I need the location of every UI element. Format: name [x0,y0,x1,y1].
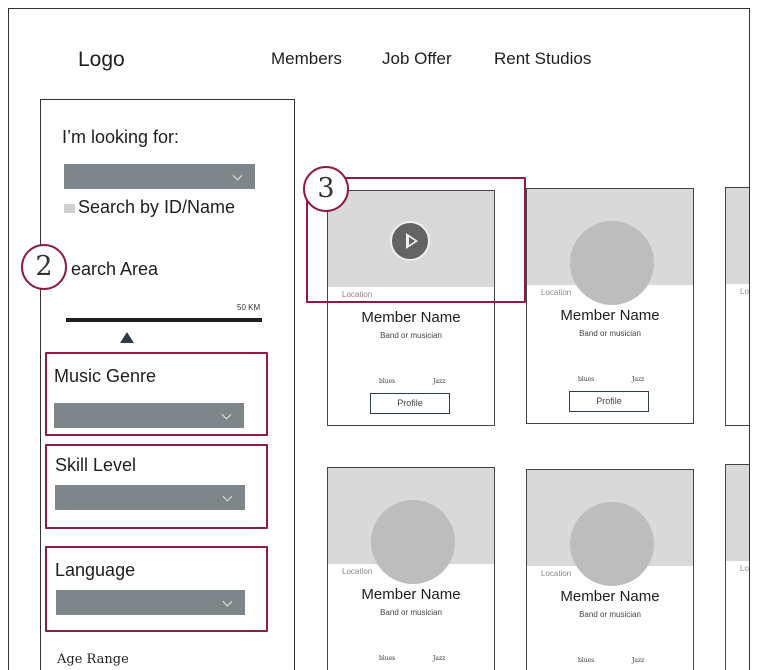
member-card[interactable]: Location Member Name Band or musician bl… [526,188,694,424]
card-image [527,470,693,586]
distance-slider-thumb[interactable] [120,332,134,343]
highlight-music-genre [45,352,268,436]
card-member-name: Member Name [361,309,461,326]
search-by-id-checkbox[interactable] [64,204,75,213]
logo[interactable]: Logo [78,48,125,72]
search-area-label: earch Area [71,259,159,279]
nav-job-offer[interactable]: Job Offer [382,49,452,69]
age-range-label: Age Range [57,652,129,667]
card-image [328,468,494,584]
card-image [527,189,693,305]
card-tag-blues: blues [578,376,595,383]
search-by-id-label: Search by ID/Name [78,197,236,217]
member-card-partial[interactable]: Lo [725,464,749,670]
card-subtitle: Band or musician [380,608,442,617]
card-tag-blues: blues [379,655,396,662]
profile-button[interactable]: Profile [370,393,450,414]
card-subtitle: Band or musician [380,331,442,340]
distance-value: 50 KM [237,303,261,312]
card-member-name: Member Name [361,586,461,603]
card-location: Lo [740,287,749,296]
card-tag-jazz: Jazz [632,657,645,664]
card-member-name: Member Name [560,307,660,324]
highlight-skill-level [45,444,268,529]
looking-for-label: I’m looking for: [62,127,180,147]
distance-slider-track[interactable] [66,318,262,322]
card-tag-jazz: Jazz [632,376,645,383]
profile-button[interactable]: Profile [569,391,649,412]
avatar [570,221,654,305]
card-member-name: Member Name [560,588,660,605]
app-frame: Logo Members Job Offer Rent Studios I’m … [8,8,750,670]
card-location: Location [541,569,572,578]
avatar [570,502,654,586]
member-card-partial[interactable]: Lo [725,187,749,426]
nav-rent-studios[interactable]: Rent Studios [494,49,591,69]
card-location: Lo [740,564,749,573]
card-subtitle: Band or musician [579,329,641,338]
member-card[interactable]: Location Member Name Band or musician bl… [327,467,495,670]
card-image [726,188,749,284]
looking-for-dropdown[interactable] [64,164,255,189]
card-subtitle: Band or musician [579,610,641,619]
card-location: Location [342,567,373,576]
card-image [726,465,749,561]
card-tag-blues: blues [379,378,396,385]
highlight-language [45,546,268,632]
card-tag-jazz: Jazz [433,378,446,385]
annotation-badge-2: 2 [21,244,67,290]
chevron-down-icon [232,170,243,181]
annotation-badge-3: 3 [303,166,349,212]
nav-members[interactable]: Members [271,49,342,69]
card-tag-blues: blues [578,657,595,664]
member-card[interactable]: Location Member Name Band or musician bl… [526,469,694,670]
card-tag-jazz: Jazz [433,655,446,662]
card-location: Location [541,288,572,297]
avatar [371,500,455,584]
